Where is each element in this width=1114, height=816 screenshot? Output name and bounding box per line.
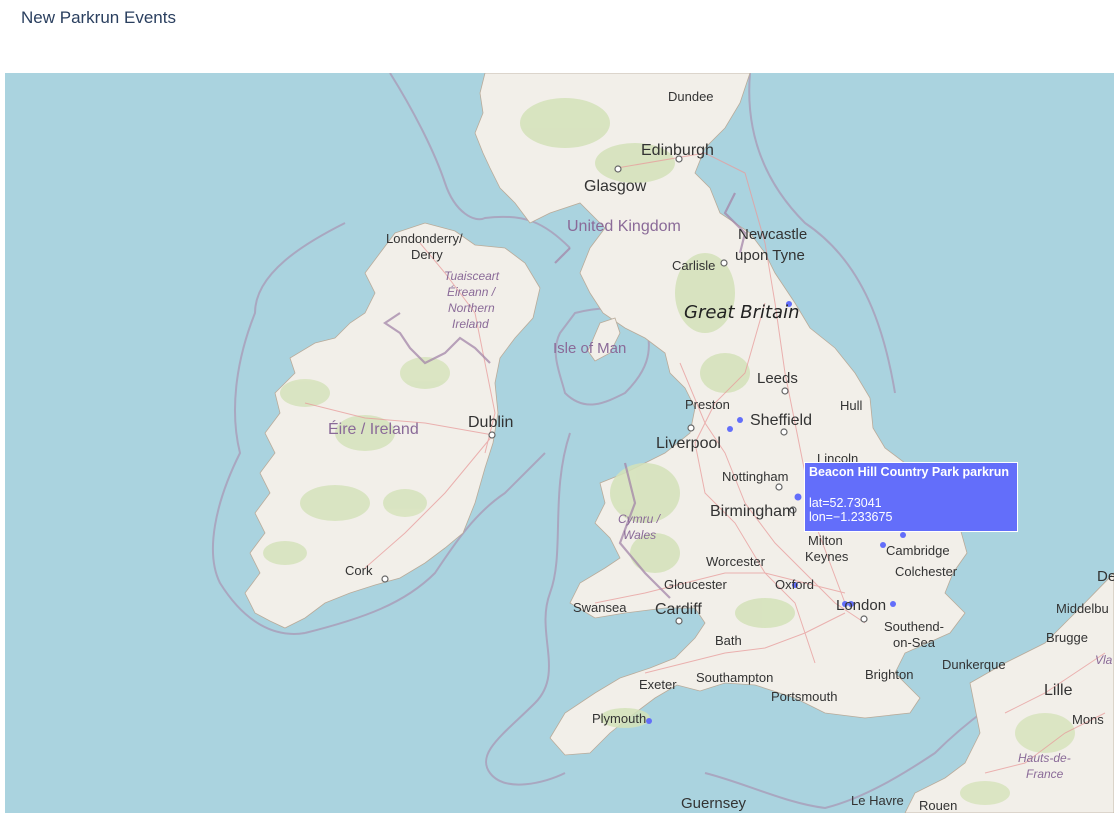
label-lille: Lille [1044, 682, 1073, 699]
label-plymouth: Plymouth [592, 711, 646, 726]
tooltip-lat: lat=52.73041 [809, 496, 882, 510]
page-title: New Parkrun Events [21, 8, 176, 27]
label-hauts-2: France [1026, 767, 1064, 781]
label-swansea: Swansea [573, 600, 627, 615]
label-ni-4: Ireland [452, 317, 489, 331]
label-brugge: Brugge [1046, 630, 1088, 645]
label-londonderry-2: Derry [411, 247, 443, 262]
label-sheffield: Sheffield [750, 412, 812, 429]
label-rouen: Rouen [919, 798, 957, 813]
label-great-britain: Great Britain [684, 302, 799, 323]
parkrun-marker[interactable] [646, 718, 652, 724]
hover-tooltip: Beacon Hill Country Park parkrun lat=52.… [804, 462, 1018, 532]
label-london: London [836, 597, 886, 614]
label-middelburg: Middelbu [1056, 601, 1109, 616]
label-carlisle: Carlisle [672, 258, 715, 273]
parkrun-marker[interactable] [890, 601, 896, 607]
label-portsmouth: Portsmouth [771, 689, 837, 704]
label-birmingham: Birmingham [710, 503, 795, 520]
label-de: De [1097, 568, 1114, 585]
map[interactable]: Dundee Edinburgh Glasgow United Kingdom … [5, 73, 1114, 813]
label-milton-1: Milton [808, 533, 843, 548]
label-cardiff: Cardiff [655, 601, 702, 618]
label-cymru-1: Cymru / [618, 512, 662, 526]
label-ni-1: Tuaisceart [444, 269, 500, 283]
label-united-kingdom: United Kingdom [567, 218, 681, 235]
parkrun-marker[interactable] [727, 426, 733, 432]
tooltip-lon: lon=−1.233675 [809, 510, 893, 524]
label-nottingham: Nottingham [722, 469, 788, 484]
label-oxford: Oxford [775, 577, 814, 592]
label-eire: Éire / Ireland [328, 419, 419, 438]
label-cymru-2: Wales [623, 528, 656, 542]
label-gloucester: Gloucester [664, 577, 728, 592]
label-londonderry-1: Londonderry/ [386, 231, 463, 246]
label-le-havre: Le Havre [851, 793, 904, 808]
label-glasgow: Glasgow [584, 178, 647, 195]
label-dublin: Dublin [468, 414, 513, 431]
map-canvas[interactable]: Dundee Edinburgh Glasgow United Kingdom … [5, 73, 1114, 813]
label-worcester: Worcester [706, 554, 766, 569]
parkrun-marker[interactable] [737, 417, 743, 423]
label-guernsey: Guernsey [681, 795, 747, 812]
label-milton-2: Keynes [805, 549, 849, 564]
label-dunkerque: Dunkerque [942, 657, 1006, 672]
label-ni-2: Éireann / [447, 284, 497, 299]
label-isle-of-man: Isle of Man [553, 340, 626, 357]
label-mons: Mons [1072, 712, 1104, 727]
label-hull: Hull [840, 398, 863, 413]
label-ni-3: Northern [448, 301, 495, 315]
tooltip-event-name: Beacon Hill Country Park parkrun [809, 465, 1010, 479]
label-hauts-1: Hauts-de- [1018, 751, 1071, 765]
label-liverpool: Liverpool [656, 435, 721, 452]
label-vla: Vla [1095, 653, 1113, 667]
label-exeter: Exeter [639, 677, 677, 692]
label-newcastle-1: Newcastle [738, 226, 807, 243]
label-dundee: Dundee [668, 89, 714, 104]
parkrun-marker-hover[interactable] [794, 493, 802, 501]
tooltip-spacer [809, 479, 1013, 496]
label-newcastle-2: upon Tyne [735, 247, 805, 264]
label-edinburgh: Edinburgh [641, 142, 714, 159]
parkrun-marker[interactable] [900, 532, 906, 538]
label-leeds: Leeds [757, 370, 798, 387]
label-southend-2: on-Sea [893, 635, 936, 650]
label-bath: Bath [715, 633, 742, 648]
label-cambridge: Cambridge [886, 543, 950, 558]
label-cork: Cork [345, 563, 373, 578]
label-brighton: Brighton [865, 667, 913, 682]
label-southend-1: Southend- [884, 619, 944, 634]
label-southampton: Southampton [696, 670, 773, 685]
label-preston: Preston [685, 397, 730, 412]
label-colchester: Colchester [895, 564, 958, 579]
